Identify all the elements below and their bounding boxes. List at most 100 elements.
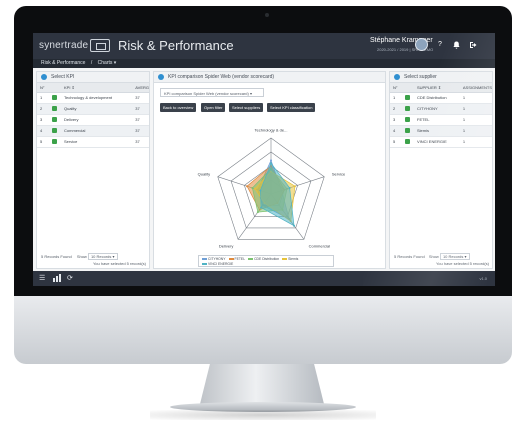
logout-icon[interactable] xyxy=(469,41,477,51)
table-row[interactable]: 3 FETEL 1 xyxy=(390,114,492,126)
row-kpi-name: Delivery xyxy=(61,114,133,126)
app-switcher-icon[interactable] xyxy=(90,39,110,52)
table-row[interactable]: 5 Service 37 xyxy=(37,136,149,148)
chart-panel-header: KPI comparison Spider Web (vendor scorec… xyxy=(154,72,385,83)
radar-data-point[interactable] xyxy=(270,162,272,165)
col-supplier[interactable]: SUPPLIER ⇕ xyxy=(414,83,460,93)
row-assignments: 1 xyxy=(459,125,492,137)
check-icon[interactable] xyxy=(52,95,57,101)
row-checkbox[interactable] xyxy=(49,92,61,104)
table-row[interactable]: 1 Technology & development 37 xyxy=(37,92,149,104)
check-icon[interactable] xyxy=(405,117,410,123)
check-icon[interactable] xyxy=(405,128,410,134)
check-icon[interactable] xyxy=(405,95,410,101)
radar-data-point[interactable] xyxy=(256,211,259,214)
kpi-selected-count: You have selected 5 record(s) xyxy=(93,261,146,266)
row-average: 37 xyxy=(132,136,149,148)
col-check[interactable] xyxy=(402,83,414,93)
row-checkbox[interactable] xyxy=(49,125,61,137)
col-average[interactable]: AVERG xyxy=(132,83,149,93)
bell-icon[interactable] xyxy=(453,41,460,51)
check-icon[interactable] xyxy=(52,139,57,145)
row-average: 37 xyxy=(132,125,149,137)
supplier-panel-title: Select supplier xyxy=(404,74,437,80)
supplier-records-found: 5 Records Found xyxy=(394,254,425,259)
table-row[interactable]: 4 Siemis 1 xyxy=(390,125,492,137)
radar-data-point[interactable] xyxy=(293,224,296,227)
radar-data-point[interactable] xyxy=(288,186,291,189)
chart-icon[interactable] xyxy=(53,274,61,284)
radar-data-point[interactable] xyxy=(259,189,262,192)
check-icon[interactable] xyxy=(52,117,57,123)
row-average: 37 xyxy=(132,114,149,126)
radar-data-point[interactable] xyxy=(251,186,254,189)
supplier-info-icon xyxy=(394,74,400,80)
avatar[interactable] xyxy=(415,38,428,51)
legend-item[interactable]: VINCI ENERGIE xyxy=(202,262,233,267)
row-checkbox[interactable] xyxy=(49,114,61,126)
chart-type-select[interactable]: KPI comparison Spider Web (vendor scorec… xyxy=(160,88,264,97)
back-to-overview-button[interactable]: Back to overview xyxy=(160,103,197,112)
select-kpi-classification-button[interactable]: Select KPI classification xyxy=(267,103,316,112)
menu-icon[interactable]: ☰ xyxy=(39,274,45,282)
row-number: 5 xyxy=(390,136,402,148)
col-check[interactable] xyxy=(49,83,61,93)
row-checkbox[interactable] xyxy=(402,92,414,104)
breadcrumb-current[interactable]: Charts ▾ xyxy=(98,60,117,66)
table-row[interactable]: 2 Quality 37 xyxy=(37,103,149,115)
spider-web-chart: Technology & de... Service Commercial Deliv… xyxy=(198,128,346,249)
row-checkbox[interactable] xyxy=(402,136,414,148)
brand-logo[interactable]: synertrade xyxy=(39,40,88,51)
legend-label: Siemis xyxy=(288,257,299,261)
legend-label: FETEL xyxy=(234,257,246,261)
supplier-show-label: Show xyxy=(428,254,439,259)
table-row[interactable]: 4 Commercial 37 xyxy=(37,125,149,137)
open-filter-button[interactable]: Open filter xyxy=(201,103,226,112)
legend-item[interactable]: Siemis xyxy=(282,257,298,262)
kpi-panel-header: Select KPI xyxy=(37,72,149,83)
radar-data-point[interactable] xyxy=(293,185,296,188)
kpi-info-icon xyxy=(41,74,47,80)
kpi-panel-title: Select KPI xyxy=(51,74,75,80)
row-checkbox[interactable] xyxy=(49,103,61,115)
help-icon[interactable]: ? xyxy=(438,41,442,48)
col-number[interactable]: N° xyxy=(390,83,402,93)
supplier-page-size-select[interactable]: 10 Records ▾ xyxy=(439,253,470,260)
row-checkbox[interactable] xyxy=(402,114,414,126)
col-number[interactable]: N° xyxy=(37,83,49,93)
radar-data-point[interactable] xyxy=(260,206,263,209)
supplier-panel-header: Select supplier xyxy=(390,72,492,83)
row-checkbox[interactable] xyxy=(402,125,414,137)
legend-swatch xyxy=(202,262,207,265)
row-checkbox[interactable] xyxy=(402,103,414,115)
check-icon[interactable] xyxy=(405,106,410,112)
kpi-page-size-select[interactable]: 10 Records ▾ xyxy=(87,253,118,260)
chart-panel-title: KPI comparison Spider Web (vendor scorec… xyxy=(168,74,275,80)
kpi-records-found: 5 Records Found xyxy=(41,254,72,259)
select-suppliers-button[interactable]: Select suppliers xyxy=(229,103,264,112)
app-screen: synertrade Risk & Performance Stéphane K… xyxy=(33,33,495,286)
monitor-stand xyxy=(200,364,324,404)
col-assignments[interactable]: ASSIGNMENTS xyxy=(459,83,492,93)
refresh-icon[interactable]: ⟳ xyxy=(67,274,73,282)
col-kpi[interactable]: KPI ⇕ xyxy=(61,83,133,93)
table-row[interactable]: 3 Delivery 37 xyxy=(37,114,149,126)
row-assignments: 1 xyxy=(459,103,492,115)
kpi-show-label: Show xyxy=(76,254,87,259)
radar-data-point[interactable] xyxy=(246,185,249,188)
radar-data-point[interactable] xyxy=(254,187,257,190)
legend-item[interactable]: CDE Distribution xyxy=(248,257,279,262)
radar-axis-label: Technology & de... xyxy=(255,128,288,133)
row-number: 1 xyxy=(390,92,402,104)
table-row[interactable]: 1 CDE Distribution 1 xyxy=(390,92,492,104)
chart-panel: KPI comparison Spider Web (vendor scorec… xyxy=(153,71,386,269)
check-icon[interactable] xyxy=(405,139,410,145)
radar-data-point[interactable] xyxy=(270,159,272,162)
table-row[interactable]: 2 CITYHONY 1 xyxy=(390,103,492,115)
check-icon[interactable] xyxy=(52,128,57,134)
table-row[interactable]: 5 VINCI ENERGIE 1 xyxy=(390,136,492,148)
chart-legend: CITYHONY FETEL CDE Distribution Siemis VINCI… xyxy=(198,255,334,267)
check-icon[interactable] xyxy=(52,106,57,112)
row-checkbox[interactable] xyxy=(49,136,61,148)
breadcrumb-root[interactable]: Risk & Performance xyxy=(41,60,85,66)
